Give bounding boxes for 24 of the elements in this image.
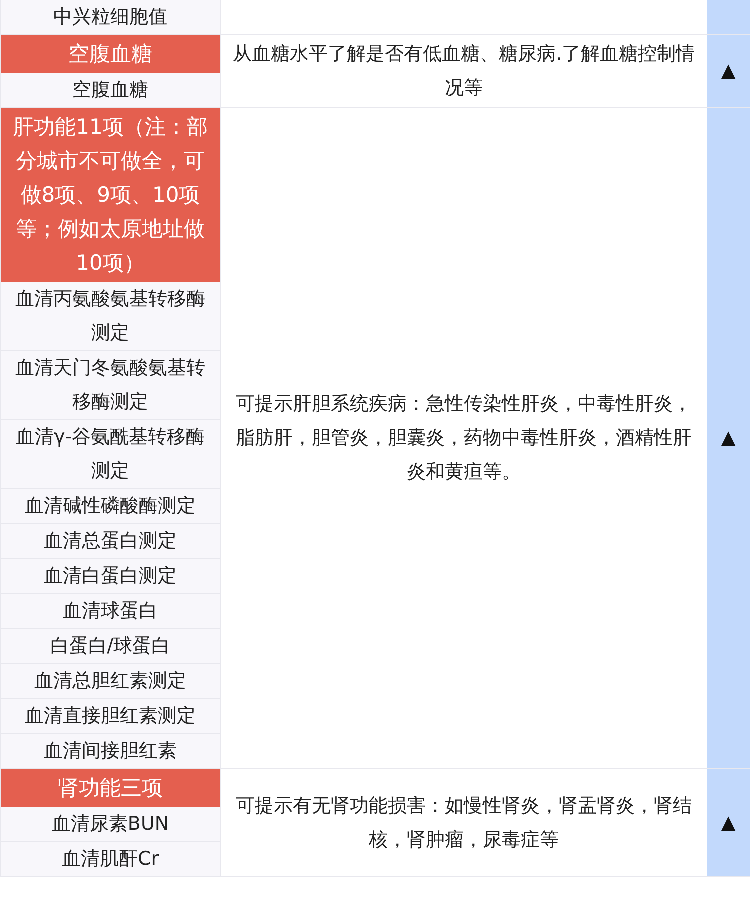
test-item-cell: 血清丙氨酸氨基转移酶测定 — [1, 282, 220, 351]
test-item-cell: 血清间接胆红素 — [1, 734, 220, 768]
test-item-cell: 血清尿素BUN — [1, 807, 220, 842]
description-text: 可提示肝胆系统疾病：急性传染性肝炎，中毒性肝炎，脂肪肝，胆管炎，胆囊炎，药物中毒性肝炎，酒精性肝炎和黄疸等。 — [235, 392, 693, 485]
description-text: 可提示有无肾功能损害：如慢性肾炎，肾盂肾炎，肾结核，肾肿瘤，尿毒症等 — [235, 794, 693, 852]
description-text: 从血糖水平了解是否有低血糖、糖尿病.了解血糖控制情况等 — [232, 42, 696, 101]
test-item-cell: 血清直接胆红素测定 — [1, 699, 220, 734]
collapse-toggle[interactable]: ▲ — [721, 427, 736, 449]
test-item-cell: 血清白蛋白测定 — [1, 559, 220, 594]
test-item-cell: 血清球蛋白 — [1, 594, 220, 629]
test-item-cell: 空腹血糖 — [1, 73, 220, 107]
category-header: 空腹血糖 — [1, 35, 220, 73]
test-item-cell: 白蛋白/球蛋白 — [1, 629, 220, 664]
test-item-cell: 血清碱性磷酸酶测定 — [1, 489, 220, 524]
test-item-cell: 血清总胆红素测定 — [1, 664, 220, 699]
test-item-cell: 血清γ-谷氨酰基转移酶测定 — [1, 420, 220, 489]
test-item-cell: 血清天门冬氨酸氨基转移酶测定 — [1, 351, 220, 420]
test-item-cell: 血清总蛋白测定 — [1, 524, 220, 559]
test-item-cell: 血清肌酐Cr — [1, 842, 220, 876]
category-header: 肝功能11项（注：部分城市不可做全，可做8项、9项、10项等；例如太原地址做10项） — [1, 108, 220, 282]
test-item-cell: 中兴粒细胞值 — [1, 0, 220, 34]
collapse-toggle[interactable]: ▲ — [721, 60, 736, 82]
category-header: 肾功能三项 — [1, 769, 220, 807]
collapse-toggle[interactable]: ▲ — [721, 812, 736, 834]
